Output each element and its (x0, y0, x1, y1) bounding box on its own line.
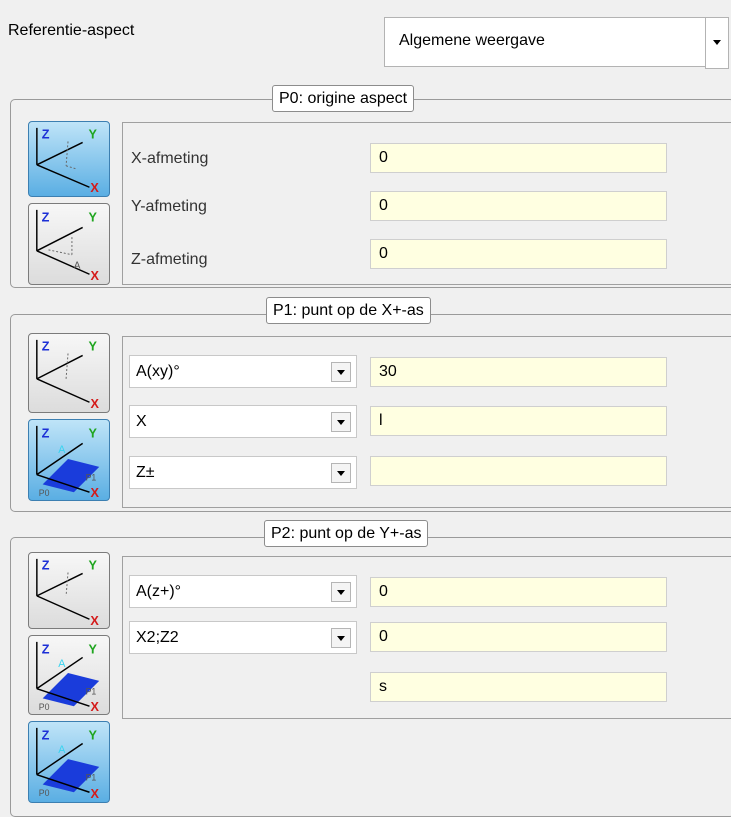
p2-x2z2-value: X2;Z2 (136, 629, 179, 646)
p2-mode-button-3[interactable]: Z Y A P1 P0 X (28, 721, 110, 803)
plane-p0-p1-icon: Z Y A P1 P0 X (36, 727, 99, 801)
svg-text:Y: Y (89, 340, 98, 354)
axis-angle-icon: Z Y X (36, 559, 99, 628)
p1-x-select[interactable]: X (129, 405, 357, 438)
p1-z-dropdown-button[interactable] (331, 463, 351, 483)
p1-angle-xy-dropdown-button[interactable] (331, 362, 351, 382)
p2-angle-z-input[interactable]: 0 (370, 577, 667, 607)
x-dimension-input[interactable]: 0 (370, 143, 667, 173)
chevron-down-icon (337, 636, 345, 641)
svg-text:P0: P0 (39, 788, 50, 798)
svg-text:P0: P0 (39, 702, 50, 712)
p1-mode-button-2[interactable]: Z Y A P1 P0 X (28, 419, 110, 501)
reference-aspect-value: Algemene weergave (399, 32, 545, 49)
p2-legend: P2: punt op de Y+-as (264, 520, 429, 547)
chevron-down-icon (337, 370, 345, 375)
svg-text:X: X (90, 269, 99, 283)
svg-text:Z: Z (42, 643, 50, 657)
axis-origin-icon: Z Y X (36, 128, 99, 195)
svg-text:Y: Y (88, 128, 97, 142)
p2-mode-button-2[interactable]: Z Y A P1 P0 X (28, 635, 110, 715)
svg-text:Z: Z (42, 729, 50, 743)
svg-text:A: A (58, 658, 66, 670)
p2-mode-button-1[interactable]: Z Y X (28, 552, 110, 629)
p1-x-value: X (136, 413, 147, 430)
svg-text:X: X (90, 787, 99, 801)
plane-p0-p1-icon: Z Y A P1 P0 X (36, 425, 99, 500)
svg-text:Z: Z (42, 559, 50, 573)
p1-x-input[interactable]: l (370, 406, 667, 436)
svg-text:P1: P1 (86, 773, 97, 783)
p2-x2z2-dropdown-button[interactable] (331, 628, 351, 648)
chevron-down-icon (337, 420, 345, 425)
svg-text:A: A (74, 260, 81, 271)
axis-origin-point-icon: Z Y A X (36, 209, 99, 283)
plane-p0-p1-icon: Z Y A P1 P0 X (36, 641, 99, 714)
p1-z-select[interactable]: Z± (129, 456, 357, 489)
p2-s-input[interactable]: s (370, 672, 667, 702)
svg-text:Z: Z (42, 211, 50, 225)
reference-aspect-label: Referentie-aspect (8, 22, 135, 39)
z-dimension-label: Z-afmeting (131, 251, 208, 268)
svg-text:X: X (90, 700, 99, 714)
p1-z-value: Z± (136, 464, 155, 481)
p2-angle-z-dropdown-button[interactable] (331, 582, 351, 602)
svg-text:Y: Y (89, 427, 98, 441)
reference-aspect-dropdown-button[interactable] (705, 17, 729, 69)
p1-angle-xy-select[interactable]: A(xy)° (129, 355, 357, 388)
chevron-down-icon (337, 590, 345, 595)
p1-angle-xy-input[interactable]: 30 (370, 357, 667, 387)
p1-legend: P1: punt op de X+-as (266, 297, 431, 324)
svg-text:A: A (58, 744, 66, 756)
x-dimension-label: X-afmeting (131, 150, 209, 167)
svg-text:Y: Y (88, 559, 97, 573)
p1-z-input[interactable] (370, 456, 667, 486)
chevron-down-icon (713, 40, 721, 45)
p2-x2z2-input[interactable]: 0 (370, 622, 667, 652)
p1-angle-xy-value: A(xy)° (136, 363, 180, 380)
svg-text:X: X (90, 397, 99, 411)
svg-text:X: X (90, 486, 99, 500)
p2-angle-z-value: A(z+)° (136, 583, 182, 600)
chevron-down-icon (337, 471, 345, 476)
p0-origin-mode-button-1[interactable]: Z Y X (28, 121, 110, 197)
svg-text:X: X (90, 181, 99, 195)
svg-text:P1: P1 (86, 687, 97, 697)
svg-text:X: X (90, 614, 99, 628)
p0-legend: P0: origine aspect (272, 85, 415, 112)
svg-text:A: A (58, 444, 66, 456)
p1-x-dropdown-button[interactable] (331, 412, 351, 432)
reference-aspect-select[interactable]: Algemene weergave (384, 17, 729, 69)
svg-text:Z: Z (42, 128, 50, 142)
axis-angle-icon: Z Y X (36, 340, 99, 411)
y-dimension-input[interactable]: 0 (370, 191, 667, 221)
svg-text:Y: Y (89, 729, 98, 743)
svg-text:Z: Z (42, 427, 50, 441)
svg-text:Y: Y (89, 643, 98, 657)
svg-text:Z: Z (42, 340, 50, 354)
p2-angle-z-select[interactable]: A(z+)° (129, 575, 357, 608)
svg-text:P0: P0 (39, 488, 50, 498)
p1-mode-button-1[interactable]: Z Y X (28, 333, 110, 413)
svg-text:P1: P1 (86, 472, 97, 482)
z-dimension-input[interactable]: 0 (370, 239, 667, 269)
y-dimension-label: Y-afmeting (131, 198, 207, 215)
svg-text:Y: Y (89, 211, 98, 225)
p0-origin-mode-button-2[interactable]: Z Y A X (28, 203, 110, 285)
p2-x2z2-select[interactable]: X2;Z2 (129, 621, 357, 654)
